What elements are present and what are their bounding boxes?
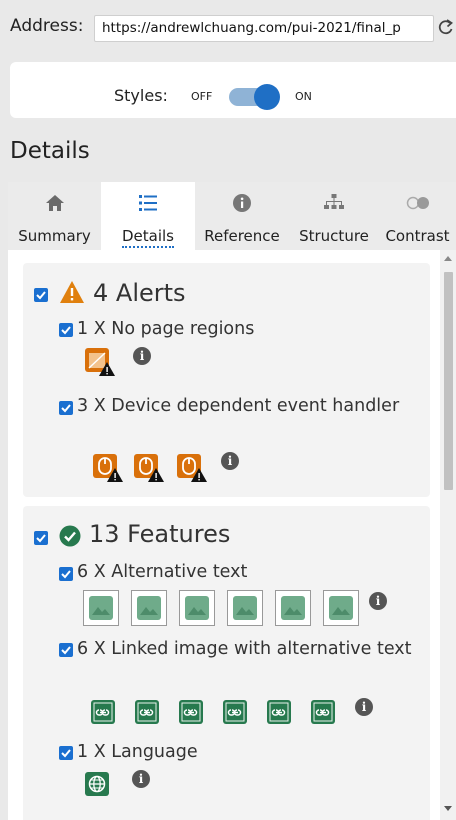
- image-icon: [185, 596, 209, 620]
- scrollbar-thumb[interactable]: [444, 272, 453, 490]
- linked-image-icon[interactable]: [135, 700, 159, 724]
- info-icon[interactable]: i: [355, 698, 373, 716]
- tab-reference-label: Reference: [204, 227, 280, 245]
- feature-language: 1 X Language: [77, 742, 198, 762]
- alert-item-checkbox[interactable]: [59, 323, 73, 337]
- styles-label: Styles:: [114, 86, 168, 105]
- toggle-knob[interactable]: [254, 84, 280, 110]
- tab-summary-label: Summary: [18, 227, 91, 245]
- tab-structure[interactable]: Structure: [289, 182, 379, 250]
- linked-image-icon[interactable]: [91, 700, 115, 724]
- alert-no-page-regions: 1 X No page regions: [77, 319, 255, 339]
- alt-text-image-frame[interactable]: [179, 590, 215, 626]
- alt-text-image-frame[interactable]: [227, 590, 263, 626]
- feature-alternative-text: 6 X Alternative text: [77, 562, 248, 582]
- info-icon[interactable]: i: [369, 592, 387, 610]
- address-bar: Address: https://andrewlchuang.com/pui-2…: [0, 0, 456, 58]
- features-title: 13 Features: [89, 520, 231, 548]
- tab-contrast[interactable]: Contrast: [379, 182, 456, 250]
- image-icon: [233, 596, 257, 620]
- sitemap-icon: [323, 193, 345, 215]
- styles-off-label: OFF: [191, 90, 213, 103]
- address-input[interactable]: https://andrewlchuang.com/pui-2021/final…: [94, 15, 434, 42]
- mouse-event-icon[interactable]: [177, 454, 207, 482]
- tab-structure-label: Structure: [299, 227, 369, 245]
- alt-text-image-frame[interactable]: [131, 590, 167, 626]
- scrollbar[interactable]: [440, 250, 456, 820]
- warning-icon: [59, 280, 85, 308]
- alt-text-image-frame[interactable]: [275, 590, 311, 626]
- styles-on-label: ON: [295, 90, 312, 103]
- image-icon: [89, 596, 113, 620]
- linked-image-icon[interactable]: [223, 700, 247, 724]
- tab-contrast-label: Contrast: [385, 227, 450, 245]
- mouse-event-icon[interactable]: [93, 454, 123, 482]
- mouse-event-icon[interactable]: [134, 454, 164, 482]
- list-icon: [138, 193, 158, 215]
- tab-summary[interactable]: Summary: [8, 182, 101, 250]
- feature-item-checkbox[interactable]: [59, 746, 73, 760]
- features-group: 13 Features 6 X Alternative text i 6 X L…: [23, 506, 430, 820]
- info-icon: [232, 193, 252, 215]
- image-icon: [329, 596, 353, 620]
- linked-image-icon[interactable]: [311, 700, 335, 724]
- tab-details[interactable]: Details: [101, 182, 195, 250]
- alerts-checkbox[interactable]: [34, 288, 48, 302]
- no-regions-icon[interactable]: [85, 348, 115, 376]
- page-title: Details: [10, 138, 90, 164]
- tab-details-label: Details: [121, 227, 174, 248]
- alert-device-dependent-event-handler: 3 X Device dependent event handler: [77, 396, 400, 416]
- styles-toggle[interactable]: [229, 84, 280, 110]
- feature-item-checkbox[interactable]: [59, 567, 73, 581]
- info-icon[interactable]: i: [132, 770, 150, 788]
- feature-linked-image-alt-text: 6 X Linked image with alternative text: [77, 639, 412, 659]
- info-icon[interactable]: i: [221, 452, 239, 470]
- features-checkbox[interactable]: [34, 531, 48, 545]
- reload-icon[interactable]: [436, 14, 456, 42]
- check-circle-icon: [59, 525, 81, 551]
- alerts-group: 4 Alerts 1 X No page regions i 3 X Devic…: [23, 263, 430, 497]
- tab-bar: Summary Details Reference Structure Cont…: [8, 182, 456, 250]
- image-icon: [281, 596, 305, 620]
- styles-panel: Styles: OFF ON: [10, 62, 456, 118]
- alt-text-image-frame[interactable]: [323, 590, 359, 626]
- contrast-icon: [405, 193, 431, 215]
- scroll-down-arrow[interactable]: [444, 806, 452, 811]
- globe-icon[interactable]: [85, 772, 109, 796]
- info-icon[interactable]: i: [133, 347, 151, 365]
- home-icon: [45, 193, 65, 215]
- image-icon: [137, 596, 161, 620]
- scroll-up-arrow[interactable]: [444, 256, 452, 261]
- address-label: Address:: [10, 16, 84, 36]
- alerts-title: 4 Alerts: [93, 279, 186, 307]
- linked-image-icon[interactable]: [267, 700, 291, 724]
- alt-text-image-frame[interactable]: [83, 590, 119, 626]
- linked-image-icon[interactable]: [179, 700, 203, 724]
- tab-reference[interactable]: Reference: [195, 182, 289, 250]
